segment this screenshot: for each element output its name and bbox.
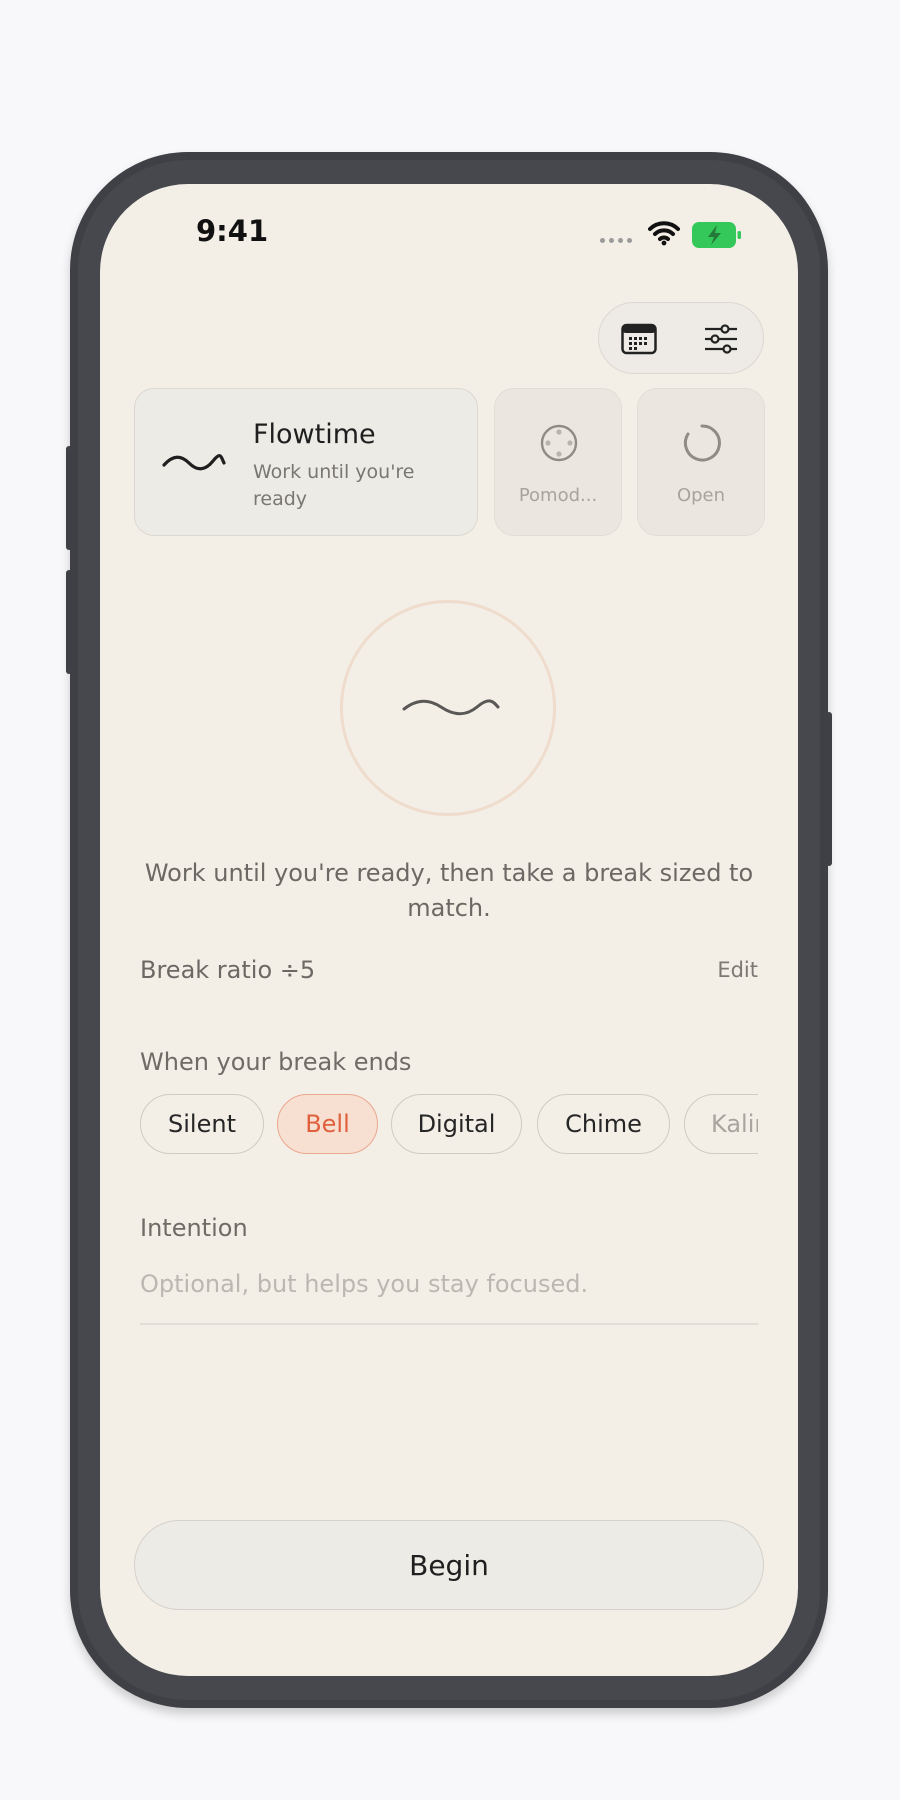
app-screen: 9:41 Flowtime Work until you're ready Po…	[100, 184, 798, 1676]
settings-button[interactable]	[703, 321, 739, 357]
intention-underline	[140, 1323, 758, 1325]
sound-option-bell[interactable]: Bell	[277, 1094, 378, 1154]
dial-icon	[540, 424, 578, 462]
mode-card-open[interactable]: Open	[637, 388, 765, 536]
sound-option-kalimba[interactable]: Kalimba	[684, 1094, 758, 1154]
device-power-button	[826, 712, 832, 866]
wifi-icon	[648, 221, 680, 246]
sound-options: Silent Bell Digital Chime Kalimba	[140, 1094, 758, 1156]
break-ratio-label: Break ratio ÷5	[140, 956, 316, 984]
mode-title: Flowtime	[253, 419, 376, 450]
begin-button[interactable]: Begin	[134, 1520, 764, 1610]
mode-description: Work until you're ready, then take a bre…	[144, 859, 754, 922]
wave-icon	[402, 699, 500, 716]
calendar-button[interactable]	[621, 321, 657, 357]
edit-ratio-button[interactable]: Edit	[717, 958, 758, 982]
sound-option-digital[interactable]: Digital	[391, 1094, 522, 1154]
mode-card-pomodoro[interactable]: Pomod...	[494, 388, 622, 536]
mode-card-flowtime[interactable]: Flowtime Work until you're ready	[134, 388, 478, 536]
spinner-icon	[683, 424, 721, 462]
mode-subtitle: Work until you're ready	[253, 461, 415, 510]
mode-label: Pomod...	[518, 485, 598, 506]
status-time: 9:41	[196, 214, 269, 248]
calendar-icon	[621, 323, 657, 355]
battery-icon	[692, 222, 741, 248]
sliders-icon	[705, 324, 737, 354]
sound-option-chime[interactable]: Chime	[537, 1094, 670, 1154]
break-end-label: When your break ends	[140, 1048, 412, 1076]
wave-icon	[162, 454, 226, 471]
sound-option-silent[interactable]: Silent	[140, 1094, 264, 1154]
mode-label: Open	[676, 485, 726, 506]
device-silent-switch	[66, 446, 72, 550]
intention-label: Intention	[140, 1214, 248, 1242]
intention-input[interactable]: Optional, but helps you stay focused.	[140, 1270, 588, 1298]
timer-circle	[340, 600, 556, 816]
device-volume-button	[66, 570, 72, 674]
view-switcher	[598, 302, 764, 374]
cellular-signal-icon	[600, 238, 632, 243]
